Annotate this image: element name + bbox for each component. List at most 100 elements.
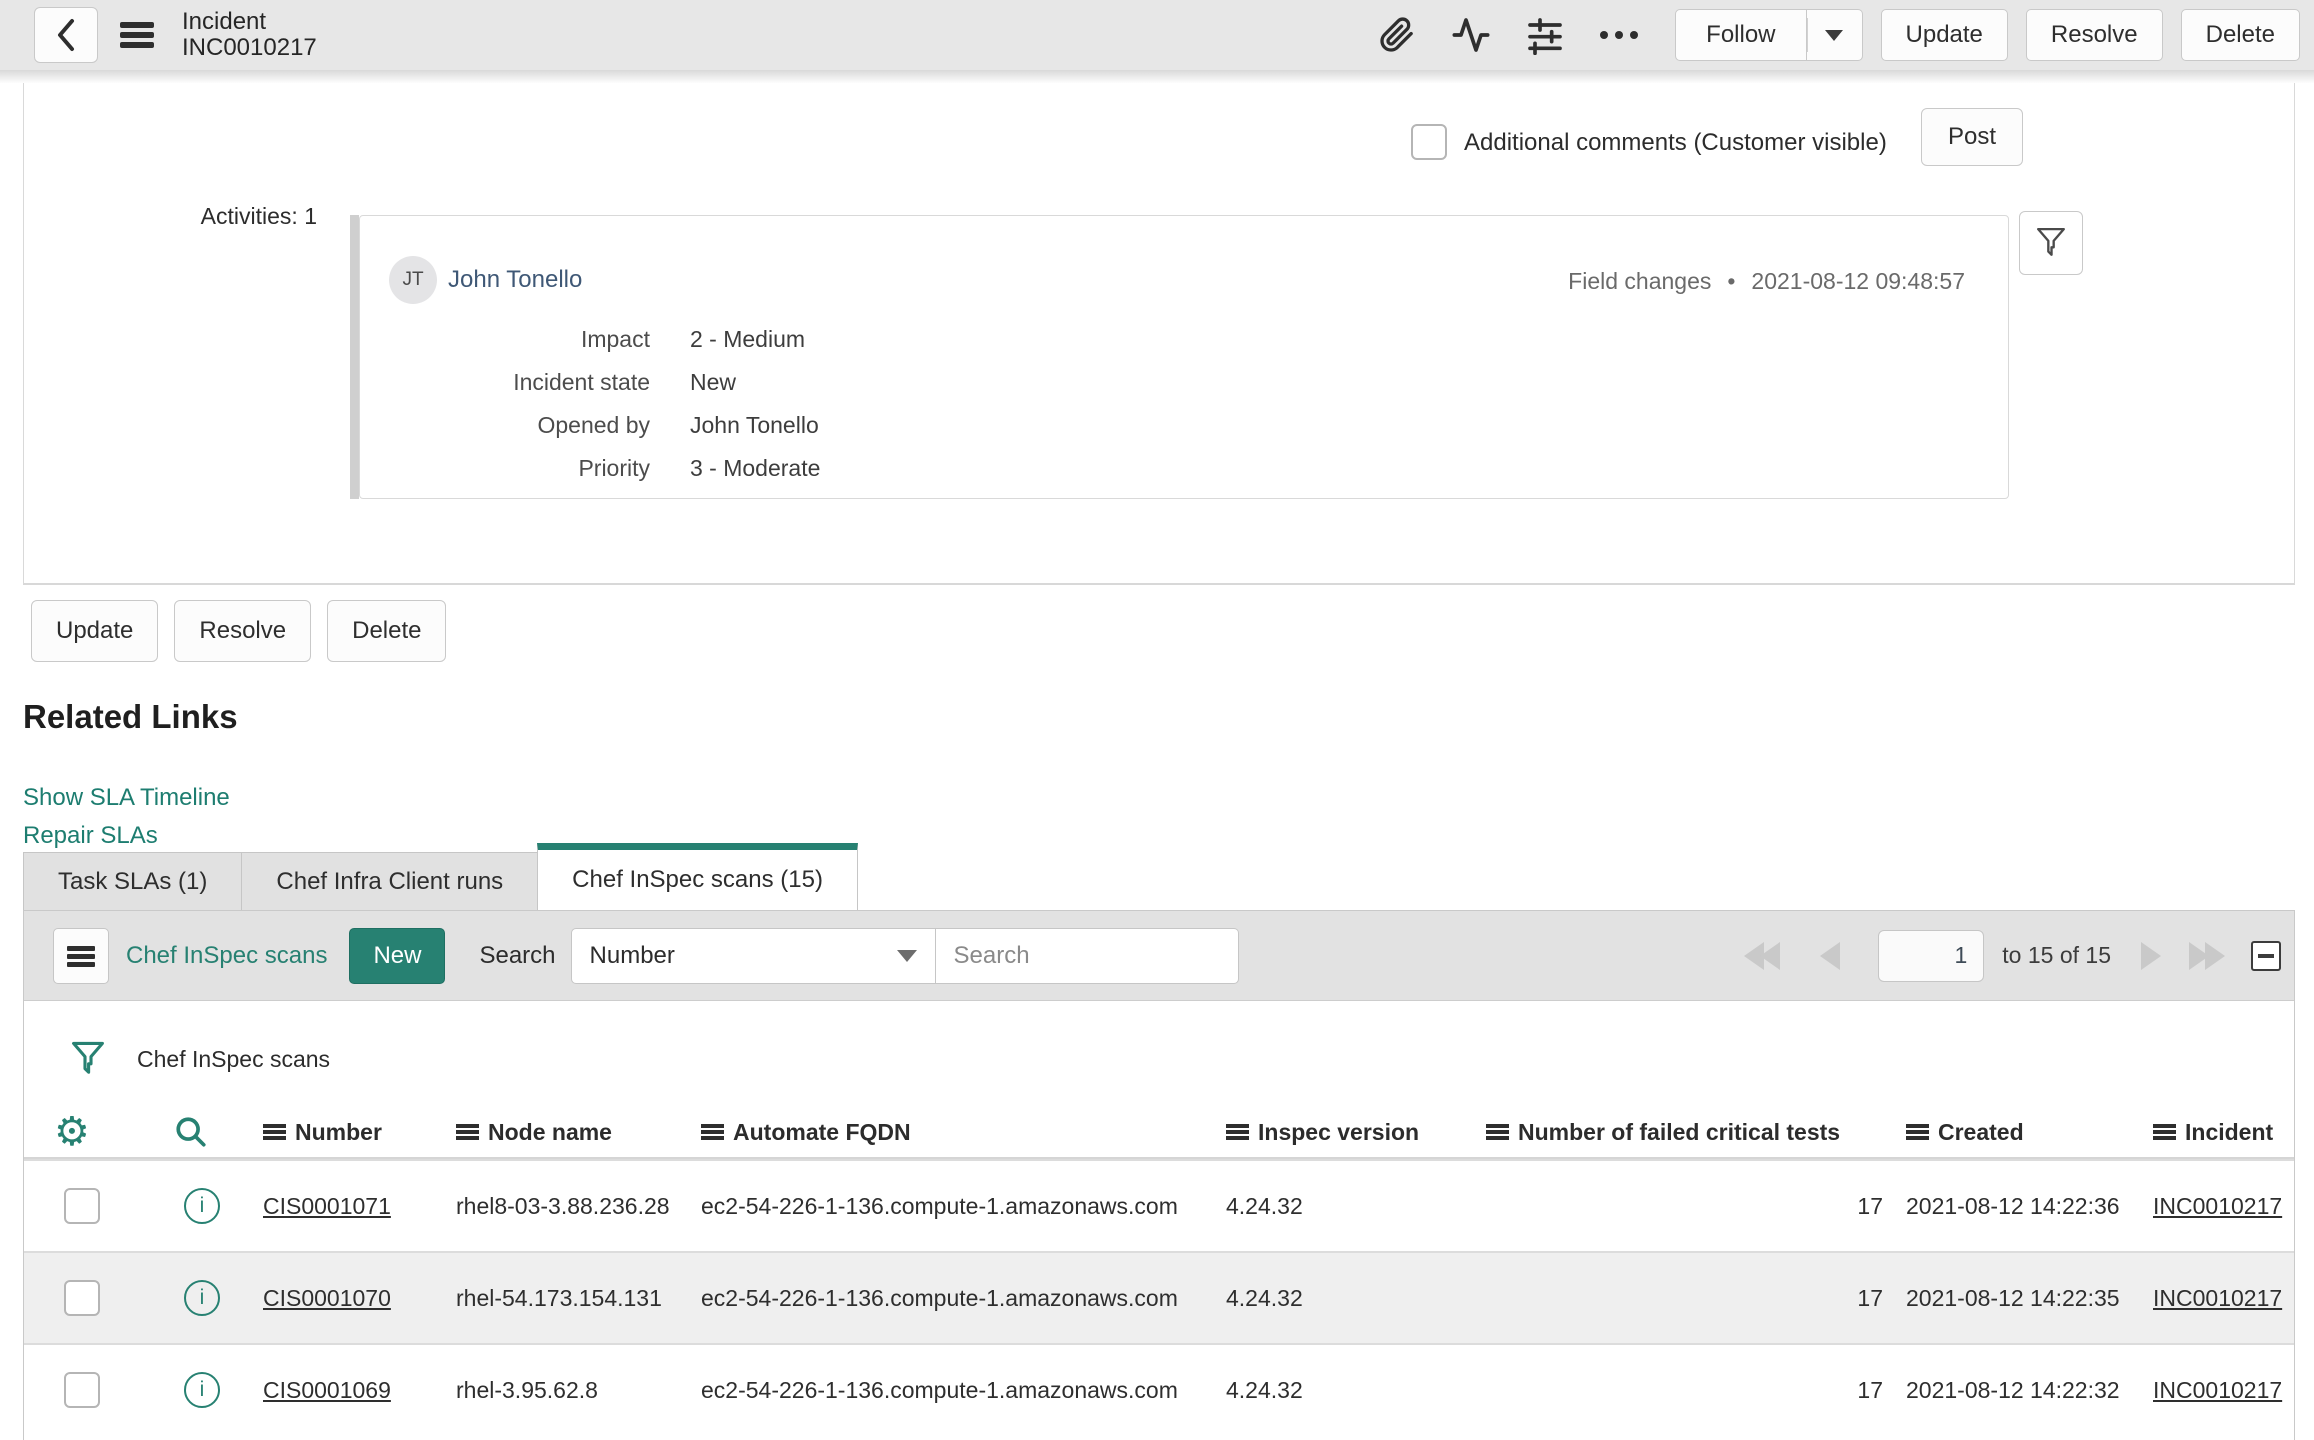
follow-button[interactable]: Follow (1675, 9, 1807, 61)
related-links-title: Related Links (23, 698, 238, 735)
filter-funnel-icon[interactable] (71, 1041, 105, 1077)
incident-link[interactable]: INC0010217 (2153, 1285, 2282, 1311)
context-menu-icon[interactable] (120, 22, 154, 48)
arrow-left-icon (1820, 941, 1841, 970)
inspec-version-cell: 4.24.32 (1226, 1192, 1303, 1219)
list-search-toggle[interactable] (164, 1115, 249, 1149)
list-context-menu-button[interactable] (53, 927, 109, 984)
activity-card-stripe (350, 215, 359, 499)
menu-icon (67, 945, 95, 966)
sliders-icon (1528, 18, 1562, 55)
activities-count-label: Activities: 1 (200, 203, 317, 229)
column-header-incident[interactable]: Incident (2143, 1119, 2294, 1146)
column-header-number[interactable]: Number (249, 1119, 444, 1146)
form-panel: Additional comments (Customer visible) P… (23, 83, 2295, 585)
column-header-automate-fqdn[interactable]: Automate FQDN (689, 1119, 1214, 1146)
column-menu-icon (2153, 1124, 2176, 1140)
personalize-list-button[interactable]: ⚙ (24, 1112, 164, 1152)
created-cell: 2021-08-12 14:22:32 (1906, 1376, 2120, 1403)
previous-page-button[interactable] (1820, 941, 1841, 970)
incident-link[interactable]: INC0010217 (2153, 1193, 2282, 1219)
more-options-button[interactable] (1597, 13, 1641, 57)
additional-comments-checkbox[interactable] (1411, 124, 1447, 160)
search-label: Search (479, 941, 556, 969)
activity-stream-button[interactable] (1449, 13, 1493, 57)
incident-link[interactable]: INC0010217 (2153, 1377, 2282, 1403)
info-icon[interactable]: i (184, 1188, 220, 1224)
form-header: Incident INC0010217 Follow Update Resolv… (0, 0, 2314, 70)
tab-task-slas[interactable]: Task SLAs (1) (23, 852, 243, 910)
field-label: Impact (580, 326, 650, 352)
next-page-button[interactable] (2141, 941, 2161, 970)
scan-number-link[interactable]: CIS0001070 (263, 1285, 391, 1311)
row-checkbox[interactable] (64, 1280, 100, 1316)
activity-user-name: John Tonello (448, 266, 583, 293)
field-label: Priority (578, 455, 650, 481)
field-change-row: Incident state New (360, 361, 820, 404)
header-resolve-button[interactable]: Resolve (2025, 9, 2163, 61)
resolve-button[interactable]: Resolve (174, 600, 312, 662)
header-delete-button[interactable]: Delete (2180, 9, 2300, 61)
column-menu-icon (1486, 1124, 1509, 1140)
pagination: to 15 of 15 (1744, 929, 2281, 982)
node-name-cell: rhel-54.173.154.131 (456, 1284, 662, 1311)
column-menu-icon (1226, 1124, 1249, 1140)
first-page-button[interactable] (1744, 941, 1781, 970)
new-record-button[interactable]: New (349, 927, 446, 984)
node-name-cell: rhel8-03-3.88.236.28 (456, 1192, 670, 1219)
header-update-button[interactable]: Update (1880, 9, 2008, 61)
search-column-select[interactable]: Number (570, 927, 936, 984)
list-toolbar: Chef InSpec scans New Search Number to 1… (24, 911, 2294, 1001)
collapse-list-button[interactable] (2251, 940, 2281, 971)
field-change-row: Priority 3 - Moderate (360, 447, 820, 490)
meta-bullet: • (1727, 268, 1736, 294)
list-header-row: ⚙ Number Node name Automate FQDN Inspec … (24, 1107, 2294, 1159)
breadcrumb-table-label[interactable]: Chef InSpec scans (137, 1046, 330, 1073)
column-header-created[interactable]: Created (1896, 1119, 2143, 1146)
personalize-form-button[interactable] (1523, 13, 1567, 57)
last-page-button[interactable] (2189, 941, 2225, 970)
failed-tests-cell: 17 (1857, 1192, 1883, 1219)
tab-chef-inspec-scans[interactable]: Chef InSpec scans (15) (537, 843, 858, 910)
column-header-failed-tests[interactable]: Number of failed critical tests (1474, 1119, 1896, 1146)
scan-number-link[interactable]: CIS0001069 (263, 1377, 391, 1403)
field-value: John Tonello (690, 412, 819, 438)
tab-chef-infra-client-runs[interactable]: Chef Infra Client runs (241, 852, 539, 910)
row-checkbox[interactable] (64, 1188, 100, 1224)
form-action-buttons: Update Resolve Delete (31, 600, 447, 662)
info-icon[interactable]: i (184, 1280, 220, 1316)
table-row: i CIS0001070 rhel-54.173.154.131 ec2-54-… (24, 1251, 2294, 1343)
attachment-button[interactable] (1375, 13, 1419, 57)
field-value: 3 - Moderate (690, 455, 821, 481)
back-button[interactable] (34, 7, 98, 63)
row-checkbox[interactable] (64, 1372, 100, 1408)
info-icon[interactable]: i (184, 1372, 220, 1408)
column-header-inspec-version[interactable]: Inspec version (1214, 1119, 1474, 1146)
select-caret-icon (896, 949, 917, 962)
current-page-input[interactable] (1878, 929, 1985, 982)
automate-fqdn-cell: ec2-54-226-1-136.compute-1.amazonaws.com (701, 1284, 1178, 1311)
list-title[interactable]: Chef InSpec scans (126, 942, 327, 970)
column-header-node-name[interactable]: Node name (444, 1119, 689, 1146)
table-row: i CIS0001071 rhel8-03-3.88.236.28 ec2-54… (24, 1159, 2294, 1251)
activity-filter-button[interactable] (2019, 211, 2083, 275)
created-cell: 2021-08-12 14:22:35 (1906, 1284, 2120, 1311)
activity-meta: Field changes • 2021-08-12 09:48:57 (1568, 268, 1965, 295)
funnel-icon (2037, 227, 2065, 256)
field-change-row: Impact 2 - Medium (360, 318, 820, 361)
post-button[interactable]: Post (1921, 108, 2024, 166)
failed-tests-cell: 17 (1857, 1376, 1883, 1403)
gear-icon: ⚙ (54, 1109, 90, 1155)
field-changes-list: Impact 2 - Medium Incident state New Ope… (360, 318, 820, 490)
inspec-version-cell: 4.24.32 (1226, 1376, 1303, 1403)
scan-number-link[interactable]: CIS0001071 (263, 1193, 391, 1219)
show-sla-timeline-link[interactable]: Show SLA Timeline (23, 784, 230, 812)
list-search-input[interactable] (935, 927, 1239, 984)
record-title: Incident INC0010217 (182, 9, 317, 61)
update-button[interactable]: Update (31, 600, 159, 662)
paperclip-icon (1380, 17, 1413, 52)
additional-comments-label: Additional comments (Customer visible) (1464, 129, 1887, 156)
delete-button[interactable]: Delete (327, 600, 447, 662)
follow-split-button: Follow (1675, 9, 1863, 61)
follow-dropdown-button[interactable] (1806, 9, 1863, 61)
